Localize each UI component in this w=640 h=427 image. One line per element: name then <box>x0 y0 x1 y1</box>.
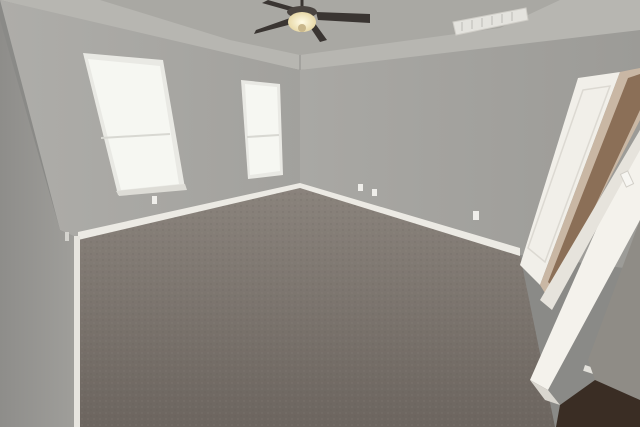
window-right <box>241 80 283 179</box>
outlet-icon <box>372 189 377 196</box>
outlet-icon <box>473 211 479 220</box>
outlet-icon <box>152 196 157 204</box>
baseboard-left-near <box>74 236 80 427</box>
outlet-icon <box>65 232 69 241</box>
room-photo <box>0 0 640 427</box>
outlet-icon <box>358 184 363 191</box>
